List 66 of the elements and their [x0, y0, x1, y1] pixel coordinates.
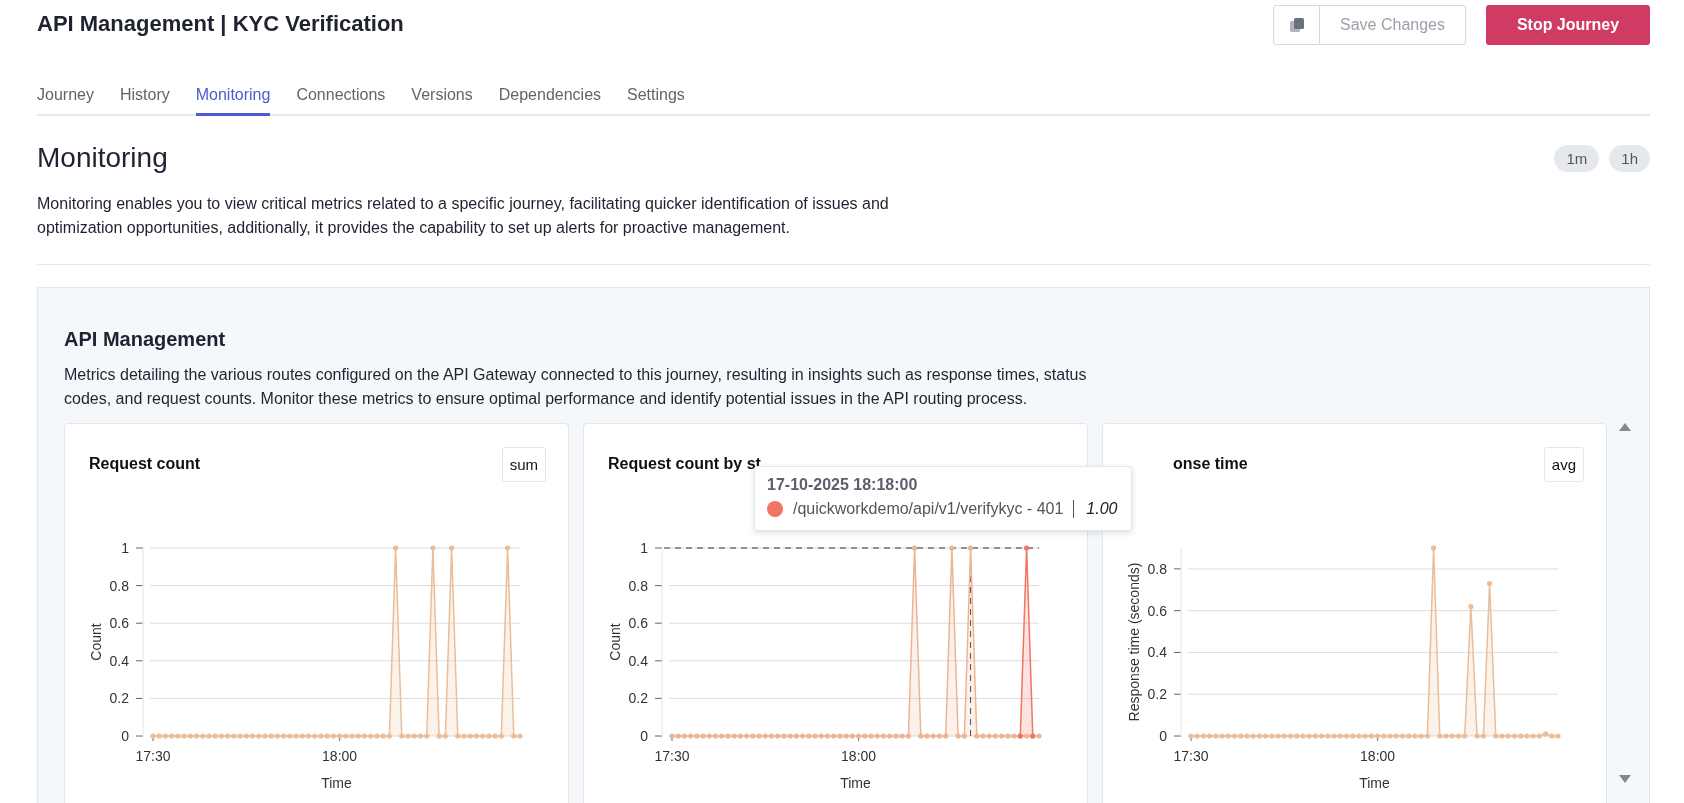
data-point — [393, 545, 399, 551]
tick-label: 0.8 — [628, 577, 648, 594]
tick-label: 0.8 — [1147, 560, 1167, 577]
data-point — [949, 545, 955, 551]
tab[interactable]: Journey — [37, 86, 94, 116]
tick-label: 0.2 — [628, 690, 648, 707]
tooltip-value: 1.00 — [1073, 500, 1118, 518]
axis-title: Count — [88, 623, 104, 661]
section-heading: Monitoring — [37, 142, 168, 174]
tick-label: 0 — [640, 728, 648, 744]
description: Monitoring enables you to view critical metrics related to a specific journey, facilitating quicker identification of issues and optimization opportunities, additionally, it provides the capability to set up alerts for proactive management. — [37, 194, 890, 238]
tick-label: 0 — [1159, 728, 1167, 744]
tick-label: 0.4 — [1147, 644, 1167, 661]
aggregation-button[interactable]: avg — [1543, 446, 1584, 482]
tick-label: 18:00 — [841, 748, 877, 764]
scroll-down-icon[interactable] — [1619, 775, 1631, 783]
tick-label: 0.8 — [109, 577, 129, 594]
data-point — [1468, 603, 1474, 610]
tab[interactable]: Monitoring — [195, 86, 271, 116]
range-button[interactable]: 1h — [1609, 144, 1650, 172]
tick-label: 0.4 — [109, 652, 129, 669]
tick-label: 0.6 — [1147, 602, 1167, 619]
data-point — [430, 545, 436, 551]
tab[interactable]: Dependencies — [498, 86, 602, 116]
copy-icon — [1288, 17, 1305, 33]
tick-label: 18:00 — [1360, 748, 1396, 764]
tick-label: 0.4 — [628, 652, 648, 669]
tab[interactable]: History — [119, 86, 170, 116]
data-point — [968, 545, 974, 551]
data-point — [449, 545, 455, 551]
data-point — [1487, 580, 1493, 587]
tab[interactable]: Settings — [627, 86, 685, 116]
tooltip-series: /quickworkdemo/api/v1/verifykyc - 401 — [793, 500, 1064, 518]
tick-label: 18:00 — [322, 748, 358, 764]
tick-label: 1 — [121, 540, 129, 556]
tick-label: 0.6 — [109, 615, 129, 632]
chart-title: onse time — [1172, 455, 1248, 473]
scroll-up-icon[interactable] — [1619, 423, 1631, 431]
range-button[interactable]: 1m — [1554, 144, 1600, 172]
tooltip-time: 17-10-2025 18:18:00 — [767, 476, 919, 494]
tab[interactable]: Connections — [296, 86, 386, 116]
stop-button[interactable]: Stop Journey — [1486, 5, 1650, 45]
copy-button[interactable] — [1273, 5, 1321, 45]
data-point — [1431, 545, 1437, 551]
axis-title: Time — [840, 775, 871, 791]
tick-label: 0.2 — [1147, 686, 1167, 703]
tick-label: 0.6 — [628, 615, 648, 632]
axis-title: Response time (seconds) — [1126, 562, 1142, 722]
data-point — [1023, 545, 1030, 551]
tick-label: 17:30 — [654, 748, 690, 764]
tick-label: 17:30 — [135, 748, 171, 764]
tick-label: 17:30 — [1173, 748, 1209, 764]
data-point — [912, 545, 918, 551]
aggregation-button[interactable]: sum — [501, 446, 546, 482]
tab[interactable]: Versions — [411, 86, 473, 116]
axis-title: Time — [1359, 775, 1390, 791]
panel-description: Metrics detailing the various routes configured on the API Gateway connected to this journey, resulting in insights such as response times, status codes, and request counts. Monitor these metrics to ensure optimal performance and identify potential issues in the API routing process. — [64, 365, 1088, 409]
chart-title: Request count — [89, 455, 201, 473]
axis-title: Time — [321, 775, 352, 791]
page-title: API Management | KYC Verification — [37, 11, 404, 37]
data-point — [504, 545, 511, 551]
axis-title: Count — [607, 623, 623, 661]
tick-label: 0 — [121, 728, 129, 744]
tick-label: 1 — [640, 540, 648, 556]
panel-title: API Management — [64, 328, 227, 351]
tick-label: 0.2 — [109, 690, 129, 707]
